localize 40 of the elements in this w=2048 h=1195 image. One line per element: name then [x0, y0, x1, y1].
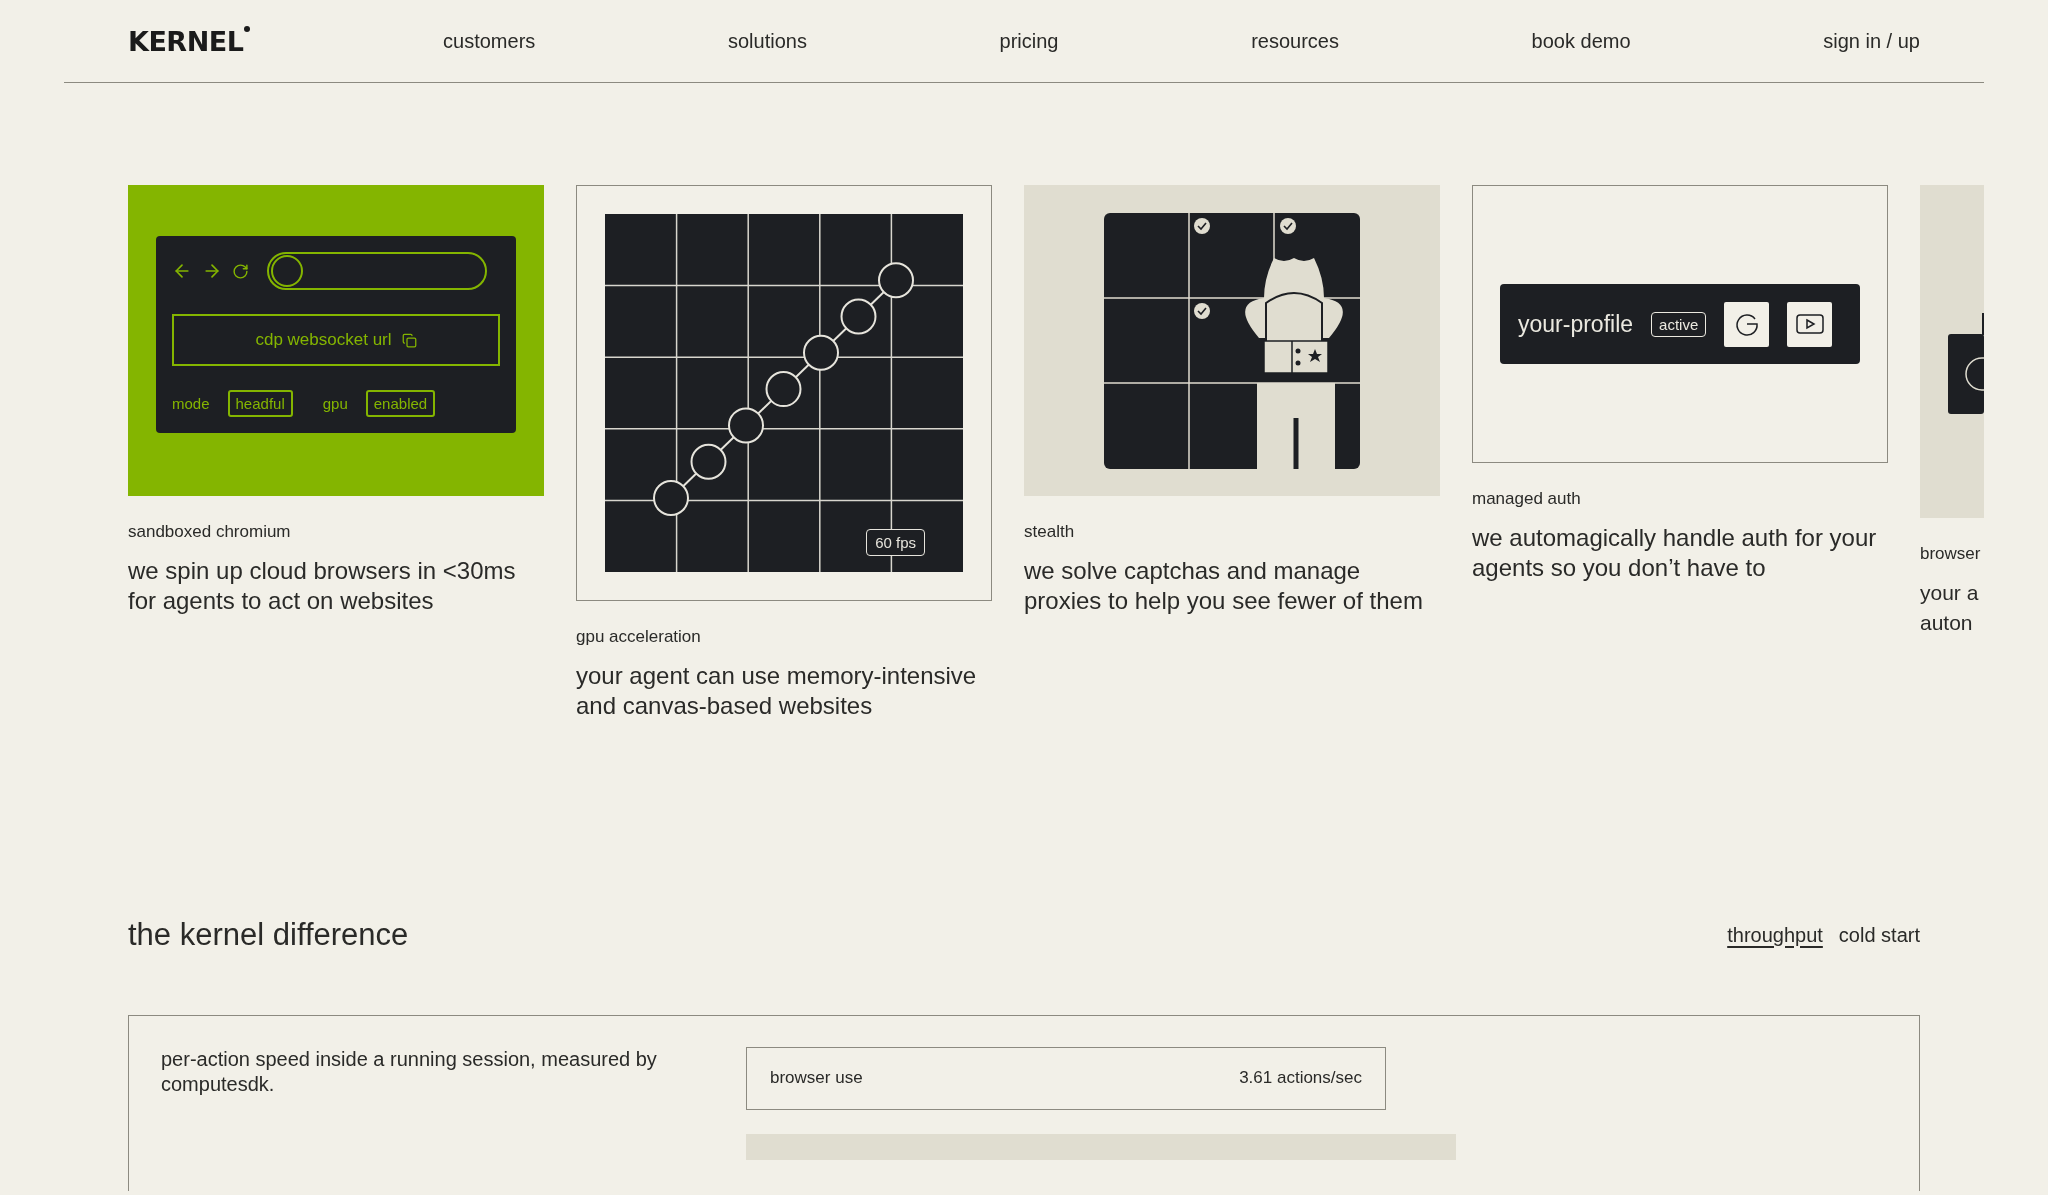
cdp-url-button[interactable]: cdp websocket url — [172, 314, 500, 366]
metric-tab[interactable]: throughput — [1727, 923, 1823, 947]
feature-caption: gpu acceleration — [576, 627, 702, 647]
feature-description: your a auton — [1920, 580, 1980, 636]
fps-badge: 60 fps — [866, 529, 925, 556]
feature-description: we solve captchas and manage proxies to help you see fewer of them — [1024, 556, 1424, 616]
metric-name: browser use — [770, 1068, 863, 1089]
nav-link[interactable]: customers — [443, 29, 536, 53]
reload-icon[interactable] — [232, 262, 249, 280]
metric-tab[interactable]: cold start — [1838, 923, 1920, 947]
feature-description: we automagically handle auth for your agents so you don’t have to — [1472, 523, 1878, 583]
g-letter-icon — [1733, 311, 1760, 337]
feature-description: your agent can use memory-intensive and canvas-based websites — [576, 661, 978, 721]
setting-label: mode — [172, 395, 210, 412]
kernel-logo[interactable]: KERNEL — [128, 25, 244, 57]
address-bar[interactable] — [267, 252, 487, 290]
setting-value: headful — [227, 390, 293, 417]
panel-description: per-action speed inside a running session, measured by computesdk. — [161, 1047, 658, 1097]
nav-link[interactable]: solutions — [727, 29, 807, 53]
profile-name: your-profile — [1518, 310, 1634, 338]
nav-link[interactable]: resources — [1251, 29, 1339, 53]
nav-link[interactable]: book demo — [1531, 29, 1631, 53]
feature-caption: managed auth — [1472, 489, 1582, 509]
nav-link[interactable]: sign in / up — [1823, 29, 1920, 53]
google-button[interactable] — [1724, 301, 1770, 347]
video-button[interactable] — [1787, 301, 1833, 347]
nav-link[interactable]: pricing — [999, 29, 1059, 53]
feature-caption: sandboxed chromium — [128, 522, 292, 542]
setting-value: enabled — [365, 390, 436, 417]
circle-icon — [271, 255, 303, 287]
metric-value: 3.61 actions/sec — [1239, 1068, 1362, 1089]
feature-description: we spin up cloud browsers in <30ms for agents to act on websites — [128, 556, 517, 616]
feature-caption: browser — [1920, 544, 1982, 564]
setting-label: gpu — [322, 395, 348, 412]
copy-icon — [401, 332, 417, 348]
section-title: the kernel difference — [128, 917, 409, 953]
status-badge: active — [1651, 311, 1707, 337]
play-icon — [1795, 314, 1824, 334]
feature-caption: stealth — [1024, 522, 1076, 542]
logo-dot-icon — [244, 25, 251, 32]
